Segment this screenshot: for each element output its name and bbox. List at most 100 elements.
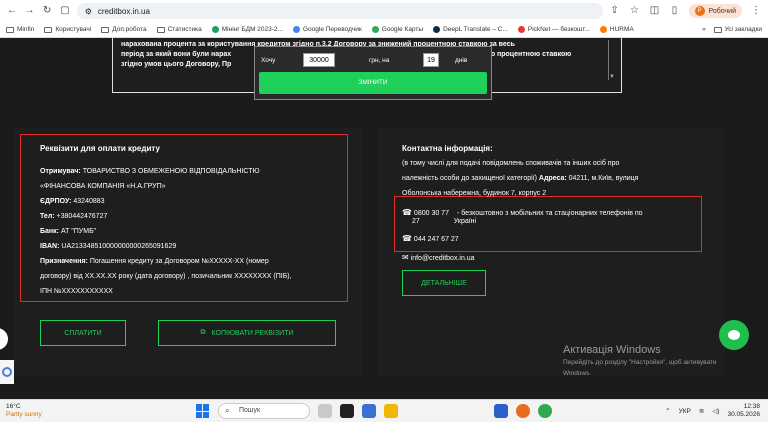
want-label: Хочу (261, 56, 276, 64)
email-line[interactable]: ✉ info@creditbox.in.ua (402, 253, 475, 262)
weather-text: Partly sunny (6, 411, 42, 418)
chat-icon (728, 330, 740, 340)
purpose-line-3: ІПН №XXXXXXXXXXX (40, 288, 113, 295)
bookmark-minfin[interactable]: Minfin (6, 26, 34, 33)
tab-switch-icon[interactable]: ▢ (59, 5, 71, 17)
system-clock[interactable]: 12:38 30.05.2026 (727, 403, 760, 419)
profile-avatar: P (694, 6, 705, 16)
menu-icon[interactable]: ⋮ (750, 5, 762, 17)
translate-icon (292, 26, 300, 33)
bookmarks-bar: Minfin Користувачі Доп.робота Статистика… (0, 22, 768, 38)
bookmark-hurma[interactable]: HURMA (599, 26, 634, 33)
firefox-icon[interactable] (516, 404, 530, 418)
start-icon[interactable] (196, 404, 210, 418)
tray-chevron-icon[interactable]: ⌃ (665, 407, 670, 415)
copy-icon: ⧉ (200, 329, 206, 336)
folder-icon (44, 26, 53, 33)
search-icon: ⌕ (225, 406, 230, 415)
loan-calculator: Хочу 30000 грн, на 19 днів ЗМІНИТИ (254, 46, 492, 100)
requisites-title: Реквізити для оплати кредиту (40, 144, 160, 153)
taskbar-search[interactable]: ⌕ Пошук (218, 403, 310, 419)
page-content: нарахована процента за користування кред… (0, 38, 768, 399)
scroll-down-icon[interactable]: ▼ (609, 74, 615, 80)
bookmark-star-icon[interactable]: ☆ (629, 5, 641, 17)
share-icon[interactable]: ⇪ (609, 5, 621, 17)
days-input[interactable]: 19 (423, 53, 439, 67)
recaptcha-icon (2, 367, 12, 377)
bookmark-users[interactable]: Користувачі (44, 26, 91, 33)
forward-icon[interactable]: → (24, 5, 36, 17)
terms-scrollbar[interactable]: ▼ (608, 40, 615, 80)
sheet-icon (211, 26, 219, 33)
pay-button[interactable]: СПЛАТИТИ (40, 320, 126, 346)
temperature: 16°C (6, 403, 21, 410)
contacts-line: належність особи до захищеної категорії)… (402, 175, 639, 182)
bookmark-mining[interactable]: Мінінг БДМ 2023-2... (211, 26, 283, 33)
contacts-title: Контактна інформація: (402, 144, 493, 153)
amount-input[interactable]: 30000 (303, 53, 335, 67)
browser-toolbar: ← → ↻ ▢ ⚙ creditbox.in.ua ⇪ ☆ ◫ ▯ P Робо… (0, 0, 768, 22)
contacts-line: (в тому числі для подачі повідомлень спо… (402, 160, 620, 167)
tel-line: Тел: +380442476727 (40, 213, 108, 220)
phone1-line-2: 27 Україні (412, 218, 477, 225)
bookmark-deepl[interactable]: DeepL Translate – C... (433, 26, 508, 33)
site-info-icon[interactable]: ⚙ (85, 7, 92, 16)
deepl-icon (433, 26, 441, 33)
folder-icon (713, 26, 722, 33)
days-label: днів (455, 56, 468, 64)
folder-icon (101, 26, 110, 33)
bookmark-maps[interactable]: Google Карты (371, 26, 423, 33)
sidepanel-icon[interactable]: ▯ (669, 5, 681, 17)
teams-icon[interactable] (362, 404, 376, 418)
reload-icon[interactable]: ↻ (41, 5, 53, 17)
purpose-line-2: договору) від XX.XX.XX року (дата догово… (40, 273, 292, 280)
profile-button[interactable]: P Робочий (688, 4, 742, 18)
folder-icon (156, 26, 165, 33)
widgets-icon[interactable] (318, 404, 332, 418)
back-icon[interactable]: ← (6, 5, 18, 17)
phone2-line[interactable]: ☎ 044 247 67 27 (402, 234, 459, 243)
phone-icon: ☎ (402, 234, 412, 243)
profile-label: Робочий (708, 7, 736, 15)
bookmarks-more[interactable]: » (702, 26, 706, 33)
address-bar[interactable]: ⚙ creditbox.in.ua (76, 3, 603, 19)
url-text: creditbox.in.ua (97, 6, 150, 16)
hurma-icon (599, 26, 607, 33)
mail-icon: ✉ (402, 253, 409, 262)
recipient-line: Отримувач: ТОВАРИСТВО З ОБМЕЖЕНОЮ ВІДПОВ… (40, 168, 260, 175)
picknet-icon (517, 26, 525, 33)
copy-requisites-button[interactable]: ⧉ КОПІЮВАТИ РЕКВІЗИТИ (158, 320, 336, 346)
volume-icon[interactable]: ◁) (712, 407, 719, 415)
file-explorer-icon[interactable] (384, 404, 398, 418)
maps-icon (371, 26, 379, 33)
bookmark-translate[interactable]: Google Переводчик (292, 26, 362, 33)
iban-line: IBAN: UA213348510000000000265091629 (40, 243, 177, 250)
phone1-line[interactable]: ☎ 0800 30 77 - безкоштовно з мобільних т… (402, 208, 643, 217)
bookmark-statistics[interactable]: Статистика (156, 26, 202, 33)
recaptcha-badge[interactable] (0, 360, 14, 384)
currency-label: грн, на (369, 56, 390, 64)
bookmark-extra-work[interactable]: Доп.робота (101, 26, 147, 33)
windows-taskbar: 16°C Partly sunny ⌕ Пошук ⌃ УКР ≋ ◁) 12:3… (0, 399, 768, 422)
bank-line: Банк: АТ "ПУМБ" (40, 228, 97, 235)
recipient-line-2: «ФІНАНСОВА КОМПАНІЯ «Н.А.ГРУП» (40, 183, 166, 190)
contacts-line: Оболонська набережна, будинок 7, корпус … (402, 190, 547, 197)
task-view-icon[interactable] (340, 404, 354, 418)
extension-icon[interactable]: ◫ (649, 5, 661, 17)
wifi-icon[interactable]: ≋ (699, 407, 704, 415)
word-icon[interactable] (494, 404, 508, 418)
all-bookmarks[interactable]: Усі закладки (713, 26, 762, 33)
chrome-icon[interactable] (538, 404, 552, 418)
edrpou-line: ЄДРПОУ: 43240883 (40, 198, 105, 205)
change-button[interactable]: ЗМІНИТИ (259, 72, 487, 94)
language-indicator[interactable]: УКР (679, 408, 691, 415)
purpose-line: Призначення: Погашення кредиту за Догово… (40, 258, 269, 265)
phone-icon: ☎ (402, 208, 412, 217)
folder-icon (6, 26, 14, 33)
bookmark-picknet[interactable]: PickNet — безкошт... (517, 26, 590, 33)
chat-button[interactable] (719, 320, 749, 350)
windows-activation-watermark: Активація Windows Перейдіть до розділу "… (563, 344, 717, 377)
details-button[interactable]: ДЕТАЛЬНІШЕ (402, 270, 486, 296)
side-widget-button[interactable] (0, 328, 8, 350)
weather-widget[interactable]: 16°C Partly sunny (6, 403, 42, 419)
